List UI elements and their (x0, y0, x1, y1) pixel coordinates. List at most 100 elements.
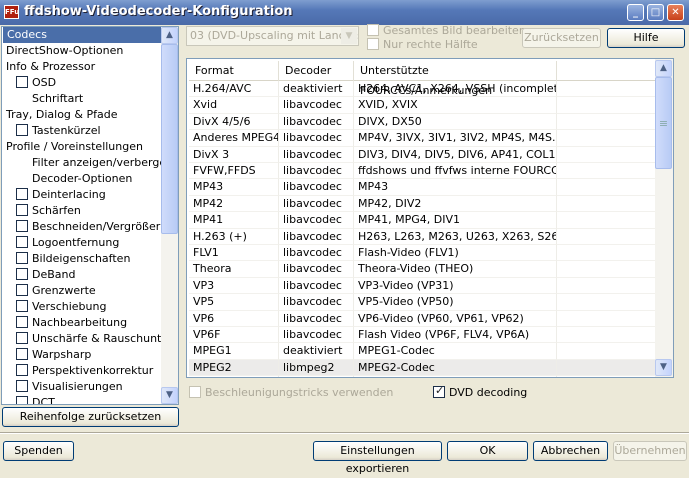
tree-item-checkbox[interactable] (16, 316, 28, 328)
table-row[interactable]: FLV1 libavcodec Flash-Video (FLV1) (189, 245, 657, 262)
cell-decoder[interactable]: libavcodec (279, 277, 354, 295)
scroll-up-icon[interactable]: ▲ (655, 60, 672, 77)
accel-checkbox[interactable]: Beschleunigungstricks verwenden (189, 386, 393, 399)
table-row[interactable]: MPEG1 deaktiviert MPEG1-Codec (189, 343, 657, 360)
cell-decoder[interactable]: libavcodec (279, 310, 354, 327)
table-row[interactable]: MPEG2 libmpeg2 MPEG2-Codec (189, 359, 657, 377)
cell-decoder[interactable]: libmpeg2 (279, 376, 354, 377)
table-row[interactable]: DivX 4/5/6 libavcodec DIVX, DX50 (189, 113, 657, 131)
tree-scrollbar[interactable]: ▲ ▼ (161, 27, 178, 404)
donate-button[interactable]: Spenden (3, 441, 74, 461)
tree-item-checkbox[interactable] (16, 364, 28, 376)
cell-decoder[interactable]: libavcodec (279, 179, 354, 196)
table-row[interactable]: MP41 libavcodec MP41, MPG4, DIV1 (189, 212, 657, 229)
settings-tree[interactable]: Codecs DirectShow-Optionen Info & Prozesso… (1, 26, 179, 405)
tree-item-checkbox[interactable] (16, 188, 28, 200)
whole-image-checkbox[interactable]: Gesamtes Bild bearbeiten (367, 24, 526, 37)
tree-item[interactable]: Filter anzeigen/verbergen (32, 155, 173, 171)
cancel-button[interactable]: Abbrechen (533, 441, 608, 461)
close-button[interactable]: ✕ (667, 4, 684, 21)
reset-order-button[interactable]: Reihenfolge zurücksetzen (2, 407, 179, 427)
tree-item-checkbox[interactable] (16, 396, 28, 404)
tree-item[interactable]: Nachbearbeitung (16, 315, 127, 331)
table-row[interactable]: FVFW,FFDS libavcodec ffdshows und ffvfws i… (189, 163, 657, 180)
tree-item-checkbox[interactable] (16, 268, 28, 280)
table-row[interactable]: Anderes MPEG4 libavcodec MP4V, 3IVX, 3IV1,… (189, 130, 657, 147)
column-decoder[interactable]: Decoder (279, 61, 354, 81)
apply-button[interactable]: Übernehmen (613, 441, 687, 461)
codec-table[interactable]: Format Decoder Unterstützte FOURCCs/Anme… (186, 58, 674, 378)
table-row[interactable]: MPEG in AVIlibmpeg2MPEG, MPG1, MPG2, 100… (189, 376, 657, 377)
tree-item-checkbox[interactable] (16, 332, 28, 344)
table-row[interactable]: H.264/AVC deaktiviert H264, AVC1, X264, VS… (189, 81, 657, 98)
tree-item-checkbox[interactable] (16, 204, 28, 216)
tree-item[interactable]: Profile / Voreinstellungen (6, 139, 143, 155)
help-button[interactable]: Hilfe (607, 28, 685, 48)
cell-decoder[interactable]: libavcodec (279, 130, 354, 147)
tree-item-checkbox[interactable] (16, 300, 28, 312)
tree-item[interactable]: Codecs (3, 27, 161, 43)
table-scrollbar[interactable]: ▲ ≡ ▼ (655, 59, 673, 377)
tree-item[interactable]: Grenzwerte (16, 283, 96, 299)
column-fourcc[interactable]: Unterstützte FOURCCs/Anmerkungen (354, 61, 557, 97)
title-bar[interactable]: FFu ffdshow-Videodecoder-Konfiguration _… (0, 0, 689, 25)
tree-item[interactable]: Decoder-Optionen (32, 171, 132, 187)
tree-item[interactable]: OSD (16, 75, 56, 91)
scroll-down-icon[interactable]: ▼ (655, 359, 672, 376)
tree-item[interactable]: Perspektivenkorrektur (16, 363, 153, 379)
tree-item-checkbox[interactable] (16, 252, 28, 264)
tree-item-checkbox[interactable] (16, 124, 28, 136)
scroll-thumb[interactable] (161, 44, 178, 234)
table-row[interactable]: H.263 (+) libavcodec H263, L263, M263, U26… (189, 228, 657, 245)
maximize-button[interactable]: □ (647, 4, 664, 21)
cell-decoder[interactable]: libavcodec (279, 163, 354, 180)
cell-decoder[interactable]: libavcodec (279, 261, 354, 278)
minimize-button[interactable]: _ (627, 4, 644, 21)
tree-item[interactable]: Logoentfernung (16, 235, 119, 251)
tree-item[interactable]: Schärfen (16, 203, 81, 219)
cell-decoder[interactable]: libavcodec (279, 327, 354, 344)
tree-item-checkbox[interactable] (16, 348, 28, 360)
tree-item[interactable]: DeBand (16, 267, 75, 283)
tree-item[interactable]: Warpsharp (16, 347, 91, 363)
cell-decoder[interactable]: libavcodec (279, 195, 354, 213)
table-row[interactable]: Theora libavcodec Theora-Video (THEO) (189, 261, 657, 278)
column-format[interactable]: Format (189, 61, 279, 81)
cell-decoder[interactable]: libavcodec (279, 97, 354, 114)
export-settings-button[interactable]: Einstellungen exportieren (313, 441, 442, 475)
tree-item[interactable]: Bildeigenschaften (16, 251, 130, 267)
scroll-thumb[interactable]: ≡ (655, 77, 672, 169)
tree-item-checkbox[interactable] (16, 220, 28, 232)
scroll-up-icon[interactable]: ▲ (161, 27, 178, 44)
table-row[interactable]: VP5 libavcodec VP5-Video (VP50) (189, 294, 657, 311)
tree-item[interactable]: Deinterlacing (16, 187, 106, 203)
table-row[interactable]: MP42 libavcodec MP42, DIV2 (189, 195, 657, 213)
cell-decoder[interactable]: libavcodec (279, 146, 354, 163)
cell-decoder[interactable]: libavcodec (279, 228, 354, 245)
table-row[interactable]: Xvid libavcodec XVID, XVIX (189, 97, 657, 114)
ok-button[interactable]: OK (447, 441, 528, 461)
tree-item[interactable]: Beschneiden/Vergrößern (16, 219, 167, 235)
tree-item[interactable]: DirectShow-Optionen (6, 43, 123, 59)
tree-item[interactable]: Visualisierungen (16, 379, 123, 395)
right-half-checkbox[interactable]: Nur rechte Hälfte (367, 38, 478, 51)
reset-button[interactable]: Zurücksetzen (522, 28, 601, 48)
tree-item[interactable]: Schriftart (32, 91, 83, 107)
table-row[interactable]: VP6 libavcodec VP6-Video (VP60, VP61, VP62… (189, 310, 657, 327)
table-row[interactable]: DivX 3 libavcodec DIV3, DIV4, DIV5, DIV6, … (189, 146, 657, 163)
tree-item[interactable]: DCT (16, 395, 55, 404)
cell-decoder[interactable]: deaktiviert (279, 81, 354, 98)
tree-item-checkbox[interactable] (16, 76, 28, 88)
scroll-down-icon[interactable]: ▼ (161, 387, 178, 404)
tree-item-checkbox[interactable] (16, 380, 28, 392)
table-row[interactable]: MP43 libavcodec MP43 (189, 179, 657, 196)
cell-decoder[interactable]: libavcodec (279, 113, 354, 131)
tree-item[interactable]: Verschiebung (16, 299, 106, 315)
tree-item[interactable]: Info & Prozessor (6, 59, 95, 75)
cell-decoder[interactable]: libmpeg2 (279, 359, 354, 377)
dvd-decoding-checkbox[interactable]: DVD decoding (433, 384, 527, 399)
tree-item[interactable]: Unschärfe & Rauschunterdrückung (16, 331, 178, 347)
tree-item-checkbox[interactable] (16, 284, 28, 296)
preset-select[interactable]: 03 (DVD-Upscaling mit Lanczos- ▼ (186, 26, 359, 46)
table-row[interactable]: VP3 libavcodec VP3-Video (VP31) (189, 277, 657, 295)
